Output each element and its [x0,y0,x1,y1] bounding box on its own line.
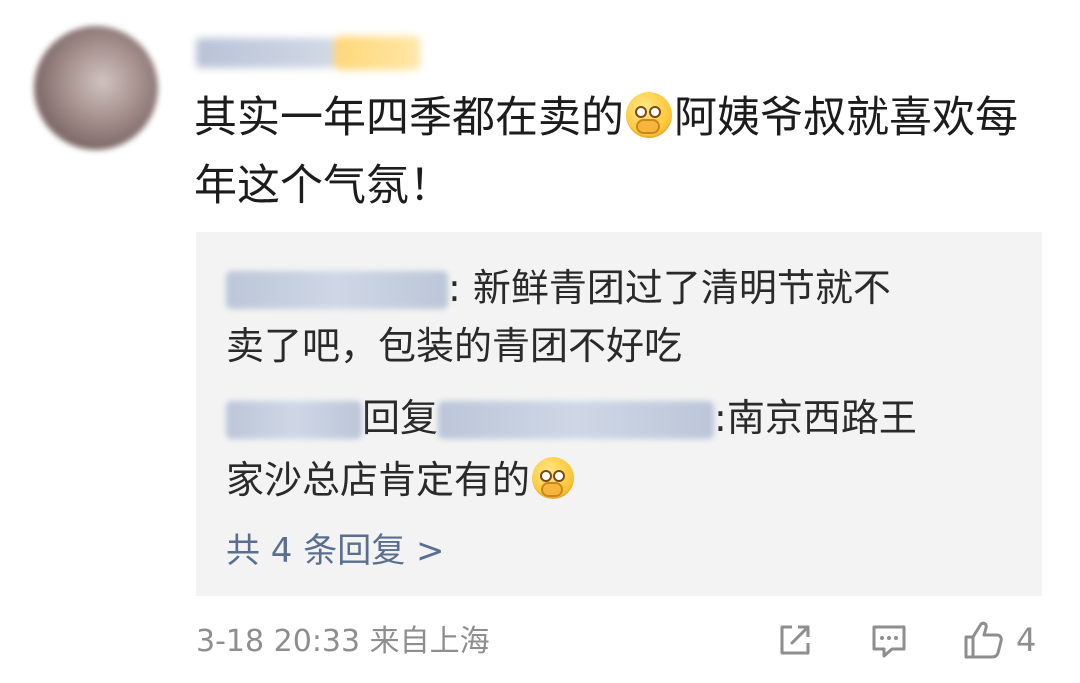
comment-button[interactable] [868,612,910,668]
username-text-blurred [196,38,336,68]
thinking-emoji-icon [532,457,575,499]
reply-1-text-line1: : 新鲜青团过了清明节就不 [448,266,891,310]
reply-preview-box[interactable]: : 新鲜青团过了清明节就不 卖了吧，包装的青团不好吃 回复 :南京西路王 家沙总店… [196,232,1042,596]
share-icon [780,625,810,655]
comment-body: 其实一年四季都在卖的 阿姨爷叔就喜欢每年这个气氛！ [194,84,1044,220]
reply-1-author-blurred[interactable] [226,271,448,309]
thumbs-up-icon [964,621,1003,659]
reply-2-target-blurred[interactable] [438,401,715,439]
reply-1-line-2: 卖了吧，包装的青团不好吃 [226,320,682,372]
reply-2-line-2: 家沙总店肯定有的 [226,454,576,506]
comment-time: 20:33 [273,624,361,659]
comment-meta: 3-18 20:33 来自上海 [196,620,490,664]
comment-text-part1: 其实一年四季都在卖的 [194,93,624,143]
reply-2-text-line2: 家沙总店肯定有的 [226,458,531,502]
reply-2-author-blurred[interactable] [226,401,362,439]
like-count: 4 [1016,621,1037,659]
thinking-emoji-icon [626,92,672,138]
comment-location: 来自上海 [369,624,490,659]
reply-2-line-1: 回复 :南京西路王 [226,392,917,444]
reply-1-text-line2: 卖了吧，包装的青团不好吃 [226,324,683,368]
reply-2-reply-word: 回复 [362,396,439,440]
reply-1-line-1: : 新鲜青团过了清明节就不 [226,262,891,314]
comment-date: 3-18 [196,624,265,659]
member-badge [334,36,420,70]
comment-card: 其实一年四季都在卖的 阿姨爷叔就喜欢每年这个气氛！ : 新鲜青团过了清明节就不 卖… [0,0,1080,683]
more-replies-link[interactable]: 共 4 条回复 > [226,528,445,574]
like-button[interactable]: 4 [960,612,1036,668]
comment-icon [872,625,906,658]
username-blurred[interactable] [196,30,424,76]
share-button[interactable] [774,612,816,668]
avatar[interactable] [34,26,158,150]
reply-2-text-line1: :南京西路王 [714,396,917,440]
